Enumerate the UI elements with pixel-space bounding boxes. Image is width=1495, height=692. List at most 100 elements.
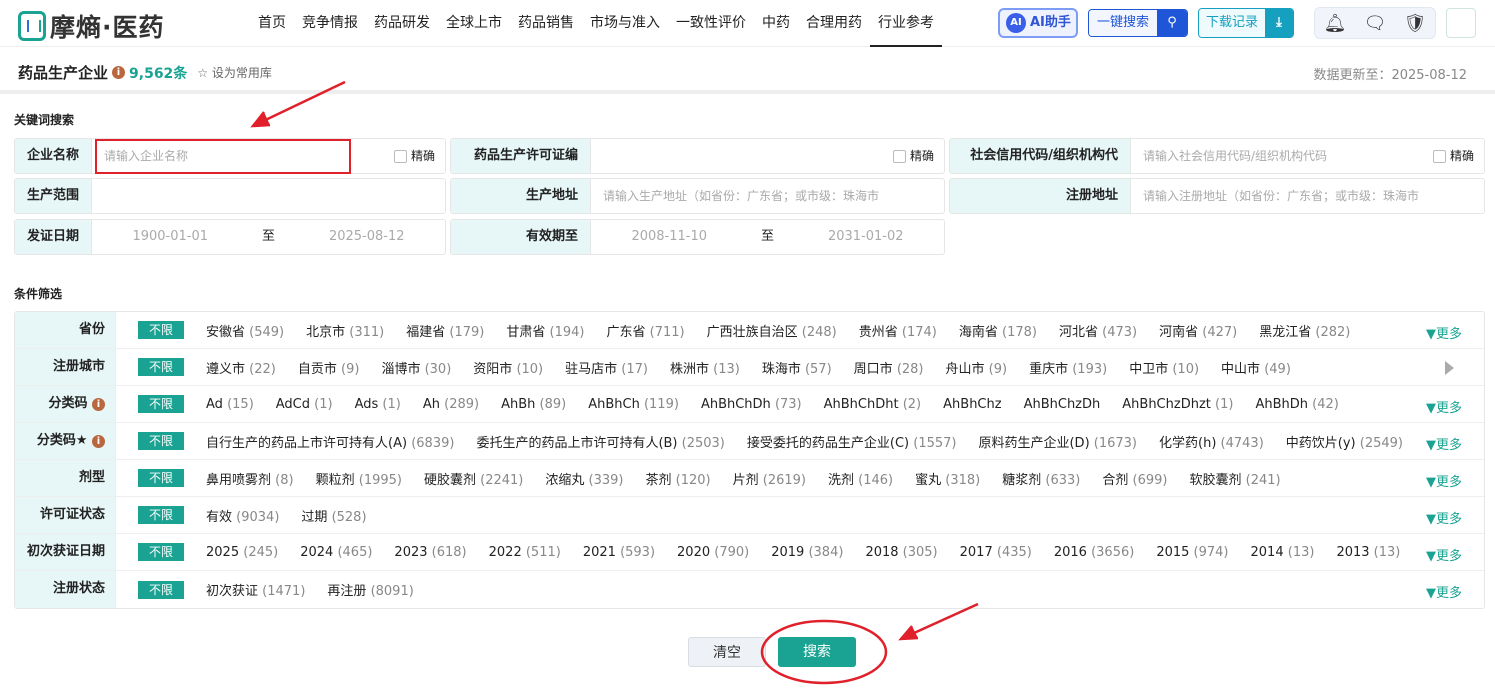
filter-option[interactable]: 2019 (384) xyxy=(771,545,843,560)
filter-option[interactable]: AhBhChzDh xyxy=(1024,397,1101,412)
filter-option[interactable]: 化学药(h) (4743) xyxy=(1159,432,1264,451)
filter-option[interactable]: 委托生产的药品上市许可持有人(B) (2503) xyxy=(476,432,724,451)
filter-option[interactable]: 颗粒剂 (1995) xyxy=(316,469,402,488)
search-button[interactable]: 搜索 xyxy=(778,637,856,667)
filter-option[interactable]: 淄博市 (30) xyxy=(381,358,451,377)
filter-option[interactable]: AhBhChDht (2) xyxy=(824,397,922,412)
nav-item[interactable]: 合理用药 xyxy=(798,0,870,47)
nav-item[interactable]: 竞争情报 xyxy=(294,0,366,47)
filter-all-option[interactable]: 不限 xyxy=(138,580,185,599)
filter-option[interactable]: 安徽省 (549) xyxy=(206,321,284,340)
one-search-button[interactable]: 一键搜索 ⚲ xyxy=(1088,9,1188,37)
filter-option[interactable]: 软胶囊剂 (241) xyxy=(1190,469,1281,488)
filter-option[interactable]: 周口市 (28) xyxy=(854,358,924,377)
filter-option[interactable]: 2014 (13) xyxy=(1251,545,1315,560)
filter-option[interactable]: 河南省 (427) xyxy=(1159,321,1237,340)
filter-option[interactable]: 洗剂 (146) xyxy=(828,469,893,488)
filter-option[interactable]: 2020 (790) xyxy=(677,545,749,560)
valid-from[interactable]: 2008-11-10 xyxy=(591,220,748,254)
filter-option[interactable]: AhBhDh (42) xyxy=(1255,397,1338,412)
more-button[interactable]: ▼︎更多 xyxy=(1426,545,1462,564)
filter-option[interactable]: 重庆市 (193) xyxy=(1029,358,1107,377)
filter-option[interactable]: 硬胶囊剂 (2241) xyxy=(424,469,523,488)
nav-item[interactable]: 市场与准入 xyxy=(582,0,668,47)
filter-option[interactable]: Ah (289) xyxy=(423,397,479,412)
filter-option[interactable]: 广西壮族自治区 (248) xyxy=(707,321,837,340)
filter-all-option[interactable]: 不限 xyxy=(138,432,185,450)
filter-option[interactable]: 珠海市 (57) xyxy=(762,358,832,377)
filter-option[interactable]: 有效 (9034) xyxy=(206,506,279,525)
filter-option[interactable]: 鼻用喷雾剂 (8) xyxy=(206,469,294,488)
filter-option[interactable]: Ad (15) xyxy=(206,397,254,412)
filter-option[interactable]: 接受委托的药品生产企业(C) (1557) xyxy=(747,432,957,451)
filter-option[interactable]: 蜜丸 (318) xyxy=(915,469,980,488)
filter-option[interactable]: 过期 (528) xyxy=(301,506,366,525)
valid-to[interactable]: 2031-01-02 xyxy=(788,220,945,254)
filter-all-option[interactable]: 不限 xyxy=(138,543,185,561)
filter-option[interactable]: 驻马店市 (17) xyxy=(565,358,648,377)
filter-option[interactable]: 2024 (465) xyxy=(300,545,372,560)
nav-item[interactable]: 一致性评价 xyxy=(668,0,754,47)
filter-all-option[interactable]: 不限 xyxy=(138,469,185,487)
user-avatar[interactable] xyxy=(1446,8,1476,38)
more-button[interactable]: ▼︎更多 xyxy=(1426,582,1462,601)
nav-item[interactable]: 药品研发 xyxy=(366,0,438,47)
filter-option[interactable]: 中卫市 (10) xyxy=(1129,358,1199,377)
credit-code-input[interactable]: 请输入社会信用代码/组织机构代码 xyxy=(1131,139,1484,173)
nav-item[interactable]: 全球上市 xyxy=(438,0,510,47)
exact-checkbox[interactable]: 精确 xyxy=(892,149,934,163)
production-address-input[interactable]: 请输入生产地址（如省份：广东省；或市级：珠海市 xyxy=(591,179,944,213)
filter-all-option[interactable]: 不限 xyxy=(138,358,185,376)
filter-option[interactable]: 广东省 (711) xyxy=(607,321,685,340)
info-icon[interactable]: i xyxy=(92,435,105,448)
filter-option[interactable]: 舟山市 (9) xyxy=(946,358,1008,377)
filter-all-option[interactable]: 不限 xyxy=(138,506,185,524)
filter-all-option[interactable]: 不限 xyxy=(138,395,185,413)
filter-option[interactable]: 遵义市 (22) xyxy=(206,358,276,377)
translate-icon[interactable]: 🗨︎ xyxy=(1364,13,1387,34)
ai-assistant-button[interactable]: AI AI助手 xyxy=(998,8,1078,38)
filter-option[interactable]: 2023 (618) xyxy=(394,545,466,560)
filter-option[interactable]: 2016 (3656) xyxy=(1054,545,1134,560)
more-button[interactable]: ▼︎更多 xyxy=(1426,471,1462,490)
filter-option[interactable]: 资阳市 (10) xyxy=(473,358,543,377)
bell-icon[interactable]: 🔔︎ xyxy=(1324,13,1347,34)
filter-option[interactable]: 河北省 (473) xyxy=(1059,321,1137,340)
filter-option[interactable]: 2013 (13) xyxy=(1336,545,1400,560)
clear-button[interactable]: 清空 xyxy=(688,637,766,667)
filter-option[interactable]: AhBhChz xyxy=(943,397,1001,412)
registered-address-input[interactable]: 请输入注册地址（如省份：广东省；或市级：珠海市 xyxy=(1131,179,1484,213)
filter-option[interactable]: 自贡市 (9) xyxy=(298,358,360,377)
filter-option[interactable]: 2017 (435) xyxy=(960,545,1032,560)
more-button[interactable]: ▼︎更多 xyxy=(1426,397,1462,416)
more-button[interactable]: ▼︎更多 xyxy=(1426,323,1462,342)
info-icon[interactable]: i xyxy=(112,66,126,79)
filter-option[interactable]: 甘肃省 (194) xyxy=(506,321,584,340)
nav-item[interactable]: 中药 xyxy=(754,0,798,47)
download-records-button[interactable]: 下载记录 ⤓ xyxy=(1198,8,1294,38)
filter-option[interactable]: 自行生产的药品上市许可持有人(A) (6839) xyxy=(206,432,454,451)
filter-option[interactable]: 2022 (511) xyxy=(489,545,561,560)
nav-item[interactable]: 药品销售 xyxy=(510,0,582,47)
exact-checkbox[interactable]: 精确 xyxy=(1432,149,1474,163)
brand-logo[interactable]: 摩熵·医药 xyxy=(18,8,165,44)
more-button[interactable]: ▼︎更多 xyxy=(1426,508,1462,527)
filter-option[interactable]: 糖浆剂 (633) xyxy=(1002,469,1080,488)
shield-icon[interactable]: 🛡︎ xyxy=(1404,13,1427,34)
favorite-button[interactable]: ☆ 设为常用库 xyxy=(197,64,272,81)
filter-option[interactable]: 福建省 (179) xyxy=(406,321,484,340)
filter-option[interactable]: 2025 (245) xyxy=(206,545,278,560)
nav-item[interactable]: 首页 xyxy=(250,0,294,47)
info-icon[interactable]: i xyxy=(92,398,105,411)
filter-option[interactable]: Ads (1) xyxy=(355,397,401,412)
exact-checkbox[interactable]: 精确 xyxy=(393,149,435,163)
filter-option[interactable]: AdCd (1) xyxy=(276,397,333,412)
more-button[interactable]: ▼︎更多 xyxy=(1426,434,1462,453)
filter-all-option[interactable]: 不限 xyxy=(138,321,185,339)
scope-input[interactable] xyxy=(92,179,445,213)
filter-option[interactable]: 再注册 (8091) xyxy=(327,580,413,599)
filter-option[interactable]: 初次获证 (1471) xyxy=(206,580,305,599)
filter-option[interactable]: 浓缩丸 (339) xyxy=(545,469,623,488)
filter-option[interactable]: 中山市 (49) xyxy=(1221,358,1291,377)
filter-option[interactable]: 2018 (305) xyxy=(865,545,937,560)
